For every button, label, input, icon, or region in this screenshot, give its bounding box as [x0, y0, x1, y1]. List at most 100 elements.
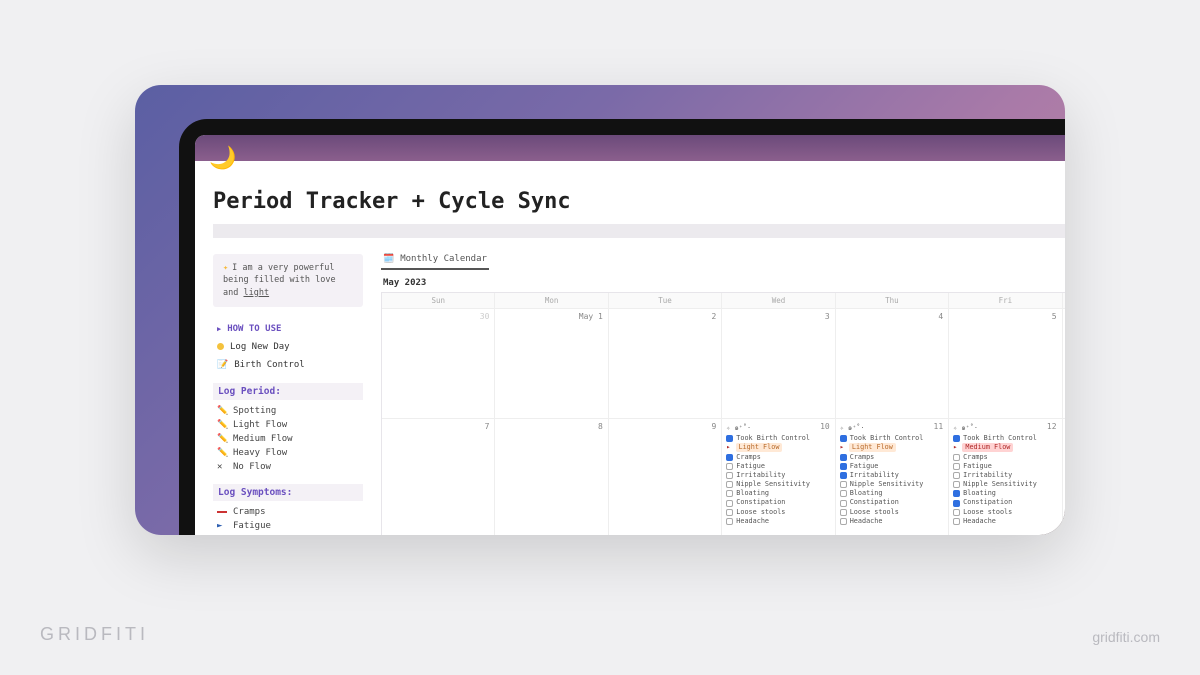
- entry-symptom[interactable]: Constipation: [840, 498, 944, 507]
- view-tab-monthly[interactable]: 🗓️ Monthly Calendar: [381, 254, 489, 270]
- entry-bc[interactable]: Took Birth Control: [953, 434, 1057, 443]
- dow-sat: Sat: [1063, 293, 1065, 308]
- drop-icon: ▸: [726, 443, 730, 452]
- period-spotting[interactable]: ✏️Spotting: [213, 404, 363, 418]
- entry-symptom[interactable]: Nipple Sensitivity: [953, 480, 1057, 489]
- dow-tue: Tue: [609, 293, 722, 308]
- drop-icon: ▸: [840, 443, 844, 452]
- period-none[interactable]: ✕No Flow: [213, 460, 363, 474]
- entry-symptom[interactable]: Loose stools: [953, 508, 1057, 517]
- day-number: 11: [934, 422, 944, 431]
- checkbox-icon: [840, 472, 847, 479]
- entry-symptom[interactable]: Irritability: [953, 471, 1057, 480]
- period-light[interactable]: ✏️Light Flow: [213, 418, 363, 432]
- period-medium[interactable]: ✏️ Medium Flow: [213, 432, 363, 446]
- entry-symptom[interactable]: Fatigue: [953, 462, 1057, 471]
- checkbox-icon: [840, 509, 847, 516]
- dow-row: Sun Mon Tue Wed Thu Fri Sat: [382, 293, 1065, 308]
- entry-symptom[interactable]: Headache: [840, 517, 944, 526]
- checkbox-icon: [953, 463, 960, 470]
- entry-symptom[interactable]: Constipation: [953, 498, 1057, 507]
- entry-symptom[interactable]: Cramps: [953, 453, 1057, 462]
- day-cell[interactable]: 30: [382, 308, 495, 418]
- heading-log-symptoms: Log Symptoms:: [213, 484, 363, 501]
- day-number: May 1: [579, 312, 603, 321]
- day-cell[interactable]: May 1: [495, 308, 608, 418]
- dow-thu: Thu: [836, 293, 949, 308]
- checkbox-icon: [726, 463, 733, 470]
- entry-symptom[interactable]: Irritability: [840, 471, 944, 480]
- entry-symptom[interactable]: Cramps: [726, 453, 830, 462]
- cover-image: 🌙: [195, 135, 1065, 161]
- entry-symptom[interactable]: Bloating: [840, 489, 944, 498]
- day-cell[interactable]: 5: [949, 308, 1062, 418]
- symptom-fatigue[interactable]: ►Fatigue: [213, 519, 363, 533]
- entry-symptom[interactable]: Cramps: [840, 453, 944, 462]
- entry-symptom[interactable]: Bloating: [953, 489, 1057, 498]
- entry-symptom[interactable]: Constipation: [726, 498, 830, 507]
- entry-bc[interactable]: Took Birth Control: [726, 434, 830, 443]
- wallpaper-gradient: 🌙 Period Tracker + Cycle Sync ✦I am a ve…: [135, 85, 1065, 535]
- checkbox-icon: [840, 454, 847, 461]
- nav-how-to-use[interactable]: ▶ HOW TO USE: [213, 321, 363, 337]
- entry-symptom[interactable]: Headache: [953, 517, 1057, 526]
- checkbox-icon: [953, 435, 960, 442]
- main-content: 🗓️ Monthly Calendar May 2023 ‹ Today ›: [381, 254, 1065, 535]
- day-cell[interactable]: 7: [382, 418, 495, 535]
- period-heavy[interactable]: ✏️ Heavy Flow: [213, 446, 363, 460]
- item-label: Heavy Flow: [233, 448, 287, 458]
- day-cell[interactable]: 3: [722, 308, 835, 418]
- entry-flow[interactable]: ▸Light Flow: [840, 443, 944, 452]
- day-cell-10[interactable]: 10✧ ๑⁺˚·Took Birth Control▸Light FlowCra…: [722, 418, 835, 535]
- entry-flow[interactable]: ▸Light Flow: [726, 443, 830, 452]
- entry-symptom[interactable]: Fatigue: [726, 462, 830, 471]
- entry-symptom[interactable]: Nipple Sensitivity: [840, 480, 944, 489]
- entry-symptom[interactable]: Loose stools: [840, 508, 944, 517]
- pencil-icon: ✏️: [217, 434, 227, 444]
- checkbox-icon: [953, 490, 960, 497]
- day-cell[interactable]: 9: [609, 418, 722, 535]
- checkbox-icon: [953, 509, 960, 516]
- item-label: Spotting: [233, 406, 276, 416]
- sparkle-icon: ✦: [223, 263, 228, 273]
- symptom-cramps[interactable]: Cramps: [213, 505, 363, 519]
- heading-log-period: Log Period:: [213, 383, 363, 400]
- day-cell-11[interactable]: 11✧ ๑⁺˚·Took Birth Control▸Light FlowCra…: [836, 418, 949, 535]
- checkbox-icon: [726, 509, 733, 516]
- day-cell[interactable]: 4: [836, 308, 949, 418]
- day-number: 9: [711, 422, 716, 431]
- day-cell[interactable]: 6: [1063, 308, 1065, 418]
- day-number: 30: [480, 312, 490, 321]
- entry-symptom[interactable]: Bloating: [726, 489, 830, 498]
- entry-symptom[interactable]: Fatigue: [840, 462, 944, 471]
- nav-birth-control[interactable]: 📝 Birth Control: [213, 357, 363, 373]
- item-label: Light Flow: [233, 420, 287, 430]
- callout-underline: light: [243, 288, 269, 298]
- moon-icon: 🌙: [209, 146, 236, 171]
- entry-symptom[interactable]: Nipple Sensitivity: [726, 480, 830, 489]
- entry-symptom[interactable]: Irritability: [726, 471, 830, 480]
- tablet-bezel: 🌙 Period Tracker + Cycle Sync ✦I am a ve…: [179, 119, 1065, 535]
- day-cell-13[interactable]: 13✧ ๑⁺˚·Took Birth Control▸Medium FlowCr…: [1063, 418, 1065, 535]
- nav-label: Birth Control: [234, 360, 304, 370]
- checkbox-icon: [726, 490, 733, 497]
- entry-symptom[interactable]: Headache: [726, 517, 830, 526]
- entry-bc[interactable]: Took Birth Control: [840, 434, 944, 443]
- item-label: Medium Flow: [233, 434, 293, 444]
- day-cell[interactable]: 2: [609, 308, 722, 418]
- checkbox-icon: [840, 518, 847, 525]
- wave-icon: [217, 511, 227, 513]
- day-cell-12[interactable]: 12✧ ๑⁺˚·Took Birth Control▸Medium FlowCr…: [949, 418, 1062, 535]
- entry-flow[interactable]: ▸Medium Flow: [953, 443, 1057, 452]
- checkbox-icon: [726, 518, 733, 525]
- dot-icon: [217, 343, 224, 350]
- nav-log-new-day[interactable]: Log New Day: [213, 339, 363, 355]
- callout-text: I am a very powerful being filled with l…: [223, 263, 336, 298]
- day-cell[interactable]: 8: [495, 418, 608, 535]
- entry-symptom[interactable]: Loose stools: [726, 508, 830, 517]
- calendar-grid: Sun Mon Tue Wed Thu Fri Sat 30: [381, 292, 1065, 535]
- day-number: 3: [825, 312, 830, 321]
- entry-title: ✧ ๑⁺˚·: [953, 422, 1057, 433]
- pencil-icon: ✏️: [217, 448, 227, 458]
- symptom-irritability[interactable]: ⬤Irritability: [213, 533, 363, 535]
